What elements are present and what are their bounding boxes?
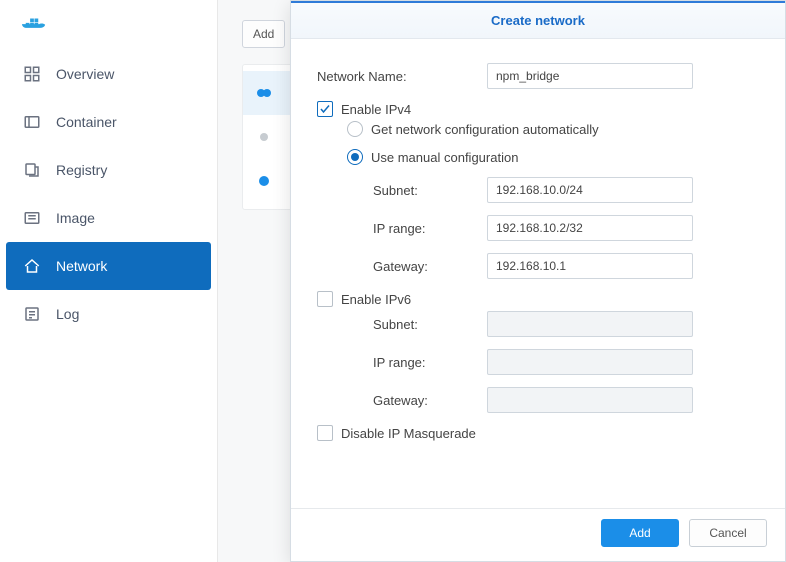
dialog-title: Create network <box>291 1 785 39</box>
create-network-dialog: Create network Network Name: Enable IPv4… <box>290 0 786 562</box>
disable-masquerade-checkbox[interactable] <box>317 425 333 441</box>
ipv4-gateway-input[interactable] <box>487 253 693 279</box>
ipv4-auto-radio[interactable] <box>347 121 363 137</box>
network-name-label: Network Name: <box>317 69 487 84</box>
ipv6-iprange-label: IP range: <box>317 355 487 370</box>
ipv4-subnet-input[interactable] <box>487 177 693 203</box>
add-button[interactable]: Add <box>601 519 679 547</box>
disable-masquerade-label: Disable IP Masquerade <box>341 426 476 441</box>
dialog-footer: Add Cancel <box>291 508 785 561</box>
enable-ipv6-label: Enable IPv6 <box>341 292 411 307</box>
dialog-body: Network Name: Enable IPv4 Get network co… <box>291 39 785 508</box>
network-name-input[interactable] <box>487 63 693 89</box>
ipv4-auto-label: Get network configuration automatically <box>371 122 599 137</box>
ipv6-subnet-input <box>487 311 693 337</box>
enable-ipv4-label: Enable IPv4 <box>341 102 411 117</box>
ipv6-gateway-input <box>487 387 693 413</box>
ipv4-manual-label: Use manual configuration <box>371 150 518 165</box>
cancel-button[interactable]: Cancel <box>689 519 767 547</box>
ipv4-iprange-label: IP range: <box>317 221 487 236</box>
ipv4-gateway-label: Gateway: <box>317 259 487 274</box>
ipv4-manual-radio[interactable] <box>347 149 363 165</box>
ipv6-iprange-input <box>487 349 693 375</box>
ipv4-iprange-input[interactable] <box>487 215 693 241</box>
enable-ipv4-checkbox[interactable] <box>317 101 333 117</box>
ipv6-subnet-label: Subnet: <box>317 317 487 332</box>
ipv6-gateway-label: Gateway: <box>317 393 487 408</box>
ipv4-subnet-label: Subnet: <box>317 183 487 198</box>
enable-ipv6-checkbox[interactable] <box>317 291 333 307</box>
